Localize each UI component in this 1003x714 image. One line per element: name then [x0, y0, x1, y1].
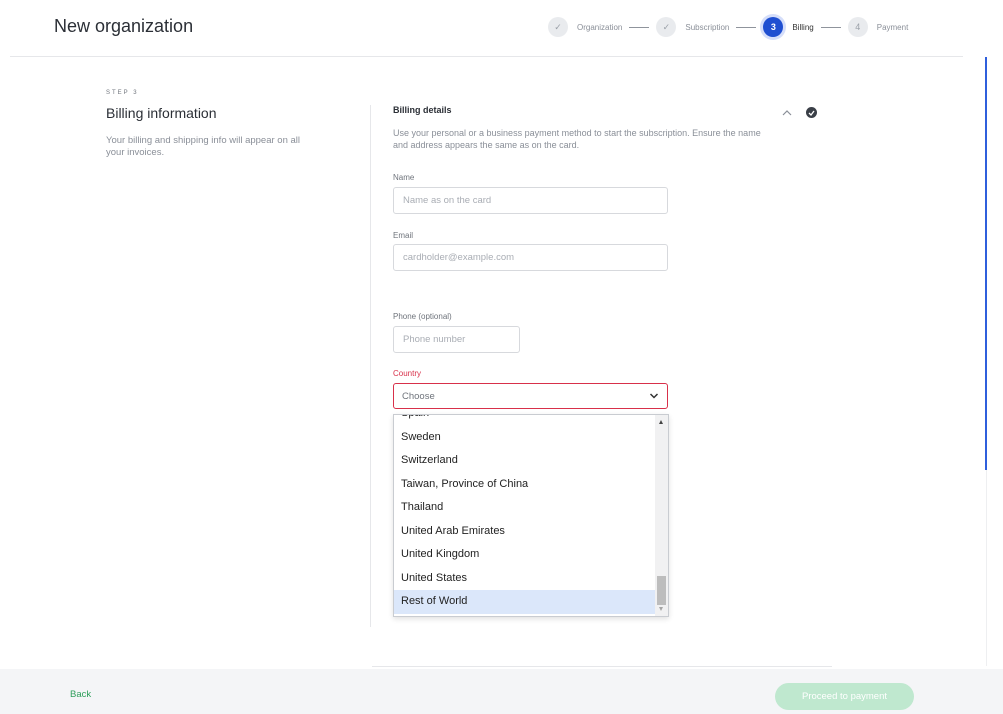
step-number-badge: 4: [847, 17, 868, 37]
step-billing: 3 Billing: [763, 17, 814, 37]
step-payment: 4 Payment: [847, 17, 909, 37]
progress-stepper: ✓ Organization ✓ Subscription 3 Billing …: [548, 16, 908, 38]
country-option[interactable]: Spain: [394, 415, 656, 426]
column-divider: [370, 105, 371, 627]
country-options: Spain Sweden Switzerland Taiwan, Provinc…: [394, 415, 656, 614]
country-label: Country: [393, 369, 422, 378]
step-label: Subscription: [685, 22, 730, 32]
country-option[interactable]: Sweden: [394, 426, 656, 450]
step-label: Payment: [876, 22, 909, 32]
country-option[interactable]: Switzerland: [394, 449, 656, 473]
section-description: Your billing and shipping info will appe…: [106, 135, 301, 159]
section-title: Billing information: [106, 105, 217, 121]
step-done-check-icon: ✓: [548, 17, 568, 37]
step-label: Organization: [577, 22, 623, 32]
footer-bar: Back Proceed to payment: [0, 669, 1003, 714]
step-connector: [736, 26, 757, 28]
step-subscription[interactable]: ✓ Subscription: [656, 17, 729, 37]
country-option[interactable]: United Kingdom: [394, 543, 656, 567]
country-dropdown-list[interactable]: Spain Sweden Switzerland Taiwan, Provinc…: [393, 414, 669, 617]
step-label: Billing: [792, 22, 814, 32]
step-done-check-icon: ✓: [656, 17, 677, 37]
phone-input[interactable]: [393, 326, 520, 353]
country-option[interactable]: United States: [394, 567, 656, 591]
proceed-to-payment-button[interactable]: Proceed to payment: [775, 683, 914, 710]
country-select-value: Choose: [402, 390, 435, 402]
chevron-up-icon[interactable]: [781, 108, 793, 118]
step-connector: [629, 26, 650, 28]
check-circle-icon: [806, 107, 817, 118]
scroll-up-arrow-icon[interactable]: [659, 420, 663, 424]
page-scrollbar-thumb[interactable]: [985, 57, 987, 470]
page-scrollbar-track[interactable]: [986, 470, 987, 666]
card-title: Billing details: [393, 105, 452, 115]
step-organization[interactable]: ✓ Organization: [548, 17, 622, 37]
country-option[interactable]: United Arab Emirates: [394, 520, 656, 544]
card-description: Use your personal or a business payment …: [393, 128, 761, 151]
step-number-badge: 3: [763, 17, 784, 37]
chevron-down-icon: [649, 393, 659, 399]
name-label: Name: [393, 173, 415, 182]
name-input[interactable]: [393, 187, 668, 214]
phone-label: Phone (optional): [393, 312, 452, 321]
page-title: New organization: [54, 16, 194, 36]
step-connector: [820, 26, 841, 28]
scroll-down-arrow-icon[interactable]: [659, 607, 663, 611]
country-option-highlighted[interactable]: Rest of World: [394, 590, 656, 614]
country-option[interactable]: Thailand: [394, 496, 656, 520]
billing-details-card: Billing details Use your personal or a b…: [393, 105, 833, 409]
page-header: New organization ✓ Organization ✓ Subscr…: [0, 0, 1003, 57]
section-divider: [372, 666, 832, 667]
email-input[interactable]: [393, 244, 668, 271]
dropdown-scrollbar[interactable]: [655, 415, 668, 616]
header-divider: [10, 56, 963, 57]
dropdown-scrollbar-thumb[interactable]: [657, 576, 666, 605]
country-option[interactable]: Taiwan, Province of China: [394, 473, 656, 497]
checkmark-icon: [808, 110, 815, 116]
back-link[interactable]: Back: [70, 689, 91, 700]
email-label: Email: [393, 231, 414, 240]
section-intro: STEP 3 Billing information Your billing …: [106, 90, 316, 160]
country-select[interactable]: Choose: [393, 383, 668, 409]
step-indicator: STEP 3: [106, 90, 139, 96]
card-controls: [781, 107, 817, 118]
